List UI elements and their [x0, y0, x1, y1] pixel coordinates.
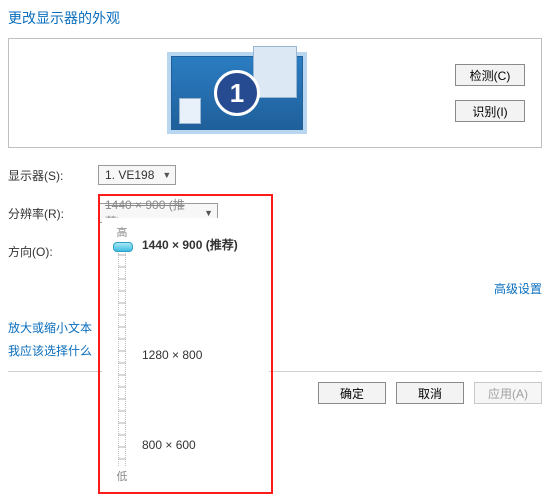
resolution-option-mid[interactable]: 1280 × 800	[142, 348, 202, 362]
bottom-button-bar: 确定 取消 应用(A)	[8, 371, 542, 404]
resolution-slider[interactable]	[118, 242, 126, 466]
advanced-settings-link[interactable]: 高级设置	[494, 280, 542, 297]
slider-high-label: 高	[117, 224, 128, 240]
which-choose-link[interactable]: 我应该选择什么	[8, 342, 542, 359]
document-icon	[179, 98, 201, 124]
display-dropdown[interactable]: 1. VE198 ▼	[98, 165, 176, 185]
zoom-text-link[interactable]: 放大或缩小文本	[8, 319, 542, 336]
resolution-popover: 高 低 1440 × 900 (推荐) 1280 × 800 800 × 600	[102, 218, 269, 490]
detect-button[interactable]: 检测(C)	[455, 64, 525, 86]
resolution-option-low[interactable]: 800 × 600	[142, 438, 196, 452]
resolution-option-recommended[interactable]: 1440 × 900 (推荐)	[142, 236, 238, 253]
display-preview-box: 1 检测(C) 识别(I)	[8, 38, 542, 148]
apply-button[interactable]: 应用(A)	[474, 382, 542, 404]
monitor-number-badge: 1	[214, 70, 260, 116]
slider-thumb[interactable]	[113, 242, 133, 252]
chevron-down-icon: ▼	[162, 170, 171, 180]
cancel-button[interactable]: 取消	[396, 382, 464, 404]
display-dropdown-value: 1. VE198	[105, 168, 154, 182]
chevron-down-icon: ▼	[204, 208, 213, 218]
slider-low-label: 低	[117, 468, 128, 484]
orientation-label: 方向(O):	[8, 243, 98, 260]
resolution-label: 分辨率(R):	[8, 205, 98, 222]
monitor-preview[interactable]: 1	[167, 52, 307, 134]
page-title: 更改显示器的外观	[8, 8, 542, 28]
display-label: 显示器(S):	[8, 167, 98, 184]
ok-button[interactable]: 确定	[318, 382, 386, 404]
identify-button[interactable]: 识别(I)	[455, 100, 525, 122]
